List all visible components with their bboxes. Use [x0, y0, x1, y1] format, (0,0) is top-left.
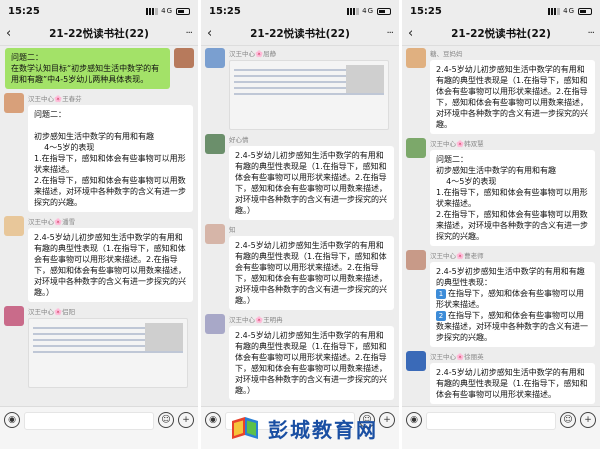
- book-logo-icon: [232, 417, 258, 439]
- back-icon[interactable]: ‹: [6, 26, 20, 41]
- back-icon[interactable]: ‹: [408, 26, 422, 41]
- signal-icon: [146, 7, 159, 15]
- watermark-text: 彭城教育网: [268, 417, 378, 442]
- message-row: 汉王中心🌸韩双慧问题二： 初步感知生活中数学的有用和有趣 4～5岁的表现 1.在…: [406, 138, 596, 246]
- input-bar: ◉ ☺ +: [0, 406, 198, 449]
- network-label: 4G: [563, 7, 575, 15]
- message-bubble[interactable]: 问题二： 初步感知生活中数学的有用和有趣 4～5岁的表现 1.在指导下，感知和体…: [430, 150, 595, 246]
- message-input[interactable]: [426, 412, 556, 430]
- message-bubble[interactable]: 2.4-5岁初步感知生活中数学的有用和有趣的典型性表现： 1 在指导下，感知和体会有…: [430, 262, 595, 347]
- watermark: 彭城教育网: [228, 410, 398, 446]
- avatar[interactable]: [205, 48, 225, 68]
- status-time: 15:25: [209, 5, 241, 17]
- sender-name: 汉王中心🌸曹老师: [430, 252, 484, 260]
- avatar[interactable]: [406, 138, 426, 158]
- number-badge: 1: [436, 289, 446, 299]
- emoji-icon[interactable]: ☺: [158, 412, 174, 428]
- avatar[interactable]: [406, 48, 426, 68]
- sender-name: 汉王中心🌸徐丽英: [430, 353, 484, 361]
- sender-name: 汉王中心🌸侣阳: [28, 308, 76, 316]
- more-icon[interactable]: ···: [178, 28, 193, 39]
- message-input[interactable]: [24, 412, 154, 430]
- message-bubble[interactable]: 2.4-5岁幼儿初步感知生活中数学的有用和有趣的典型性表现是（1.在指导下，感知…: [430, 363, 595, 404]
- avatar[interactable]: [4, 306, 24, 326]
- status-time: 15:25: [8, 5, 40, 17]
- message-row: 汉王中心🌸徐丽英 2.4-5岁幼儿初步感知生活中数学的有用和有趣的典型性表现是（1…: [406, 351, 596, 404]
- chat-header: ‹ 21-22悦读书社(22) ···: [402, 22, 600, 46]
- back-icon[interactable]: ‹: [207, 26, 221, 41]
- sender-name: 汉王中心🌸屈静: [229, 50, 277, 58]
- avatar[interactable]: [4, 93, 24, 113]
- sender-name: 汉王中心🌸潘雪: [28, 218, 76, 226]
- network-label: 4G: [362, 7, 374, 15]
- more-icon[interactable]: ···: [379, 28, 394, 39]
- avatar[interactable]: [4, 216, 24, 236]
- message-list[interactable]: 汉王中心🌸屈静 好心情 2.4-5岁幼儿初步感知生活中数学的有用和有趣的典型性表现是…: [201, 46, 399, 406]
- voice-icon[interactable]: ◉: [4, 412, 20, 428]
- voice-icon[interactable]: ◉: [205, 412, 221, 428]
- message-row: 好心情 2.4-5岁幼儿初步感知生活中数学的有用和有趣的典型性表现是（1.在指导下…: [205, 134, 395, 220]
- avatar[interactable]: [205, 134, 225, 154]
- message-row: 汉王中心🌸侣阳: [4, 306, 194, 388]
- sender-name: 汉王中心🌸王春芬: [28, 95, 82, 103]
- battery-icon: [377, 7, 391, 15]
- sender-name: 好心情: [229, 136, 249, 144]
- message-bubble[interactable]: 问题二： 在数学认知目标“初步感知生活中数学的有用和有趣”中4-5岁幼儿两种具体…: [5, 48, 170, 89]
- message-row: 糖、豆妈妈 2.4-5岁幼儿初步感知生活中数学的有用和有趣的典型性表现是（1.在指…: [406, 48, 596, 134]
- input-bar: ◉ ☺ +: [402, 406, 600, 449]
- chat-panel-1: 15:25 4G ‹ 21-22悦读书社(22) ··· 问题二： 在数学认知目…: [0, 0, 198, 449]
- more-icon[interactable]: ···: [580, 28, 595, 39]
- plus-icon[interactable]: +: [580, 412, 596, 428]
- message-row: 问题二： 在数学认知目标“初步感知生活中数学的有用和有趣”中4-5岁幼儿两种具体…: [4, 48, 194, 89]
- image-message[interactable]: [28, 318, 188, 388]
- avatar[interactable]: [174, 48, 194, 68]
- message-row: 汉王中心🌸曹老师 2.4-5岁初步感知生活中数学的有用和有趣的典型性表现： 1 在指导…: [406, 250, 596, 347]
- avatar[interactable]: [205, 224, 225, 244]
- message-bubble[interactable]: 2.4-5岁幼儿初步感知生活中数学的有用和有趣的典型性表现（1.在指导下，感知和…: [28, 228, 193, 302]
- chat-panel-2: 15:25 4G ‹ 21-22悦读书社(22) ··· 汉王中心🌸屈静 好心情 2…: [201, 0, 399, 449]
- sender-name: 汉王中心🌸王明冉: [229, 316, 283, 324]
- avatar[interactable]: [406, 250, 426, 270]
- message-row: 汉王中心🌸屈静: [205, 48, 395, 130]
- sender-name: 糖、豆妈妈: [430, 50, 463, 58]
- status-bar: 15:25 4G: [0, 0, 198, 22]
- avatar[interactable]: [406, 351, 426, 371]
- message-row: 汉王中心🌸王春芬问题二： 初步感知生活中数学的有用和有趣 4～5岁的表现 1.在…: [4, 93, 194, 212]
- voice-icon[interactable]: ◉: [406, 412, 422, 428]
- chat-title: 21-22悦读书社(22): [250, 28, 350, 40]
- avatar[interactable]: [205, 314, 225, 334]
- message-bubble[interactable]: 2.4-5岁幼儿初步感知生活中数学的有用和有趣的典型性表现是（1.在指导下，感知…: [430, 60, 595, 134]
- chat-header: ‹ 21-22悦读书社(22) ···: [0, 22, 198, 46]
- number-badge: 2: [436, 311, 446, 321]
- emoji-icon[interactable]: ☺: [560, 412, 576, 428]
- signal-icon: [347, 7, 360, 15]
- message-bubble[interactable]: 问题二： 初步感知生活中数学的有用和有趣 4～5岁的表现 1.在指导下，感知和体…: [28, 105, 193, 212]
- chat-panel-3: 15:25 4G ‹ 21-22悦读书社(22) ··· 糖、豆妈妈 2.4-5岁…: [402, 0, 600, 449]
- message-bubble[interactable]: 2.4-5岁幼儿初步感知生活中数学的有用和有趣的典型性表现（1.在指导下，感知和…: [229, 236, 394, 310]
- chat-header: ‹ 21-22悦读书社(22) ···: [201, 22, 399, 46]
- battery-icon: [176, 7, 190, 15]
- battery-icon: [578, 7, 592, 15]
- message-list[interactable]: 糖、豆妈妈 2.4-5岁幼儿初步感知生活中数学的有用和有趣的典型性表现是（1.在指…: [402, 46, 600, 406]
- sender-name: 汉王中心🌸韩双慧: [430, 140, 484, 148]
- message-row: 知 2.4-5岁幼儿初步感知生活中数学的有用和有趣的典型性表现（1.在指导下，感知…: [205, 224, 395, 310]
- image-message[interactable]: [229, 60, 389, 130]
- chat-title: 21-22悦读书社(22): [49, 28, 149, 40]
- signal-icon: [548, 7, 561, 15]
- message-list[interactable]: 问题二： 在数学认知目标“初步感知生活中数学的有用和有趣”中4-5岁幼儿两种具体…: [0, 46, 198, 406]
- message-row: 汉王中心🌸潘雪 2.4-5岁幼儿初步感知生活中数学的有用和有趣的典型性表现（1.在…: [4, 216, 194, 302]
- message-bubble[interactable]: 2.4-5岁幼儿初步感知生活中数学的有用和有趣的典型性表现是（1.在指导下，感知…: [229, 146, 394, 220]
- status-bar: 15:25 4G: [201, 0, 399, 22]
- plus-icon[interactable]: +: [178, 412, 194, 428]
- message-bubble[interactable]: 2.4-5岁幼儿初步感知生活中数学的有用和有趣的典型性表现是（1.在指导下，感知…: [229, 326, 394, 400]
- chat-title: 21-22悦读书社(22): [451, 28, 551, 40]
- status-bar: 15:25 4G: [402, 0, 600, 22]
- status-time: 15:25: [410, 5, 442, 17]
- message-row: 汉王中心🌸王明冉 2.4-5岁幼儿初步感知生活中数学的有用和有趣的典型性表现是（1…: [205, 314, 395, 400]
- network-label: 4G: [161, 7, 173, 15]
- sender-name: 知: [229, 226, 236, 234]
